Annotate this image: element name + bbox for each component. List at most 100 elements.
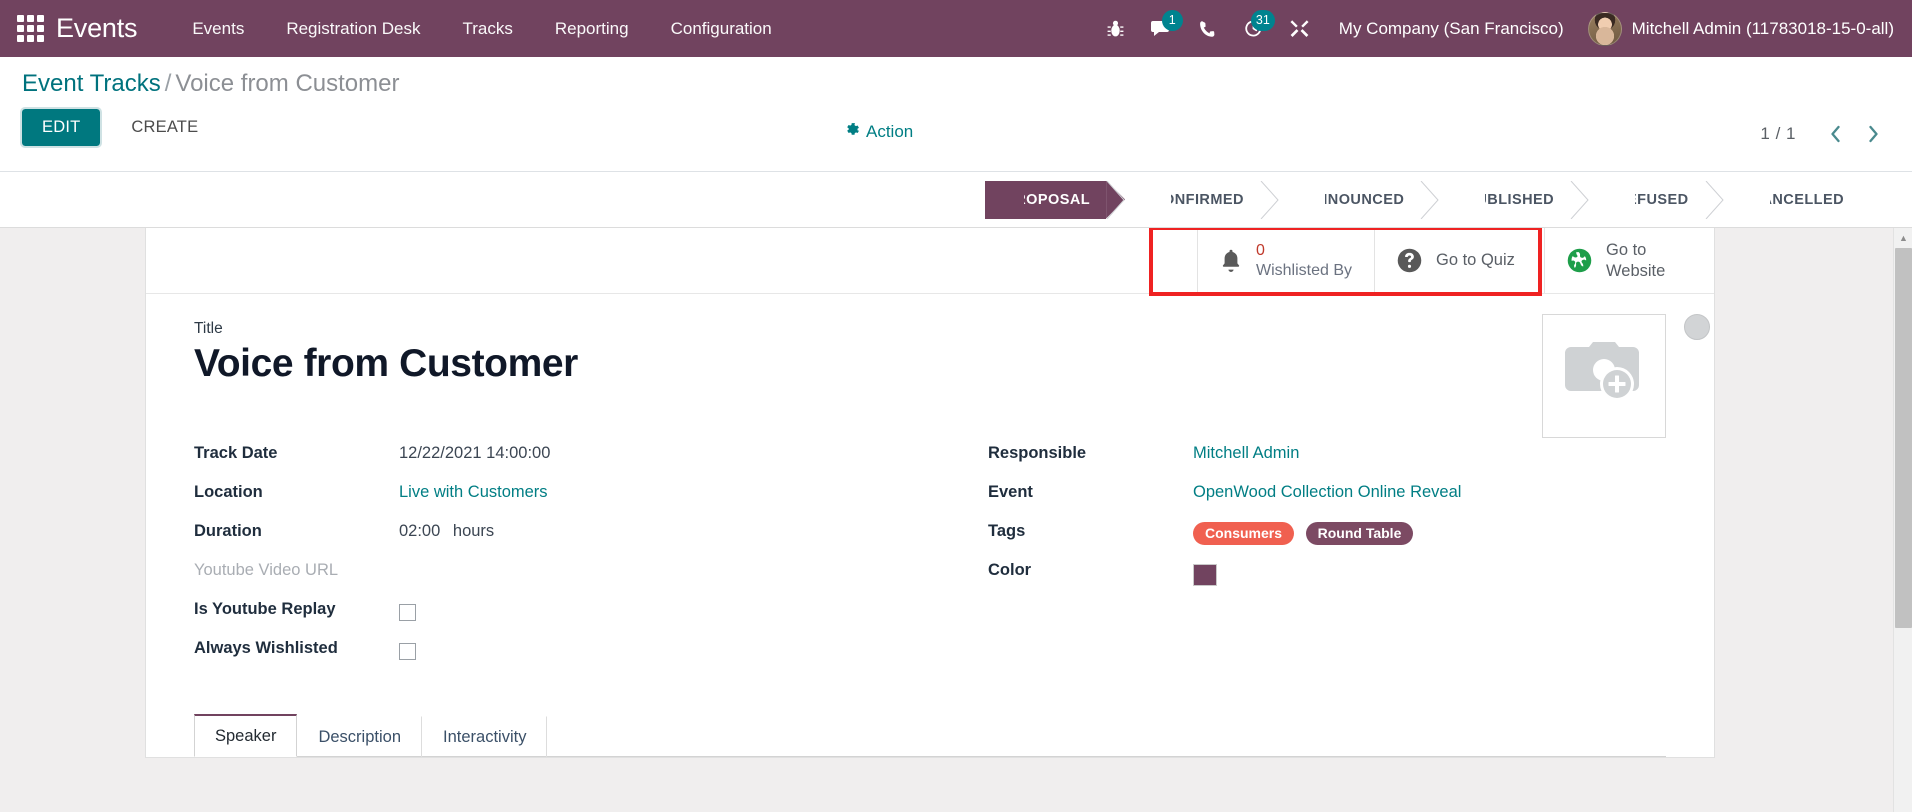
stat-value-wishlisted: 0 [1255, 241, 1265, 259]
stage-separator [1106, 180, 1126, 219]
stage-separator [1705, 180, 1725, 219]
stat-label-website-line1: Go to [1606, 240, 1647, 259]
bug-icon[interactable] [1093, 0, 1139, 57]
breadcrumb-event-tracks[interactable]: Event Tracks [22, 70, 161, 97]
pager-count: 1 / 1 [1760, 124, 1796, 143]
value-location[interactable]: Live with Customers [399, 481, 548, 502]
label-duration: Duration [194, 521, 262, 540]
menu-registration-desk[interactable]: Registration Desk [265, 0, 441, 57]
stat-text-wishlisted: 0 Wishlisted By [1256, 241, 1352, 281]
apps-grid-icon[interactable] [10, 9, 50, 49]
value-track-date[interactable]: 12/22/2021 14:00:00 [399, 442, 550, 463]
stat-button-go-to-quiz[interactable]: Go to Quiz [1374, 228, 1544, 293]
avatar-circle-icon[interactable] [1684, 314, 1710, 340]
value-responsible[interactable]: Mitchell Admin [1193, 442, 1299, 463]
checkbox-always-wishlisted[interactable] [399, 642, 416, 660]
field-responsible: Responsible Mitchell Admin [988, 442, 1666, 481]
tag-consumers[interactable]: Consumers [1193, 521, 1295, 545]
menu-tracks[interactable]: Tracks [442, 0, 534, 57]
stage-proposal[interactable]: PROPOSAL [985, 180, 1107, 219]
scroll-up-arrow-icon[interactable]: ▲ [1894, 228, 1912, 247]
field-is-youtube-replay: Is Youtube Replay [194, 598, 930, 637]
value-duration[interactable]: 02:00 hours [399, 520, 494, 541]
value-always-wishlisted [399, 637, 416, 665]
stat-button-box: 0 Wishlisted By Go to Quiz Go to Website [146, 228, 1714, 296]
record-pager: 1 / 1 [1760, 119, 1890, 149]
tools-icon[interactable] [1277, 0, 1323, 57]
activity-badge: 31 [1250, 10, 1275, 31]
stage-separator [1260, 180, 1280, 219]
messages-badge: 1 [1161, 10, 1183, 31]
chevron-right-icon[interactable] [1856, 119, 1890, 149]
statusbar-row: PROPOSAL CONFIRMED ANNOUNCED PUBLISHED R… [0, 172, 1912, 228]
menu-configuration[interactable]: Configuration [650, 0, 793, 57]
chevron-left-icon[interactable] [1818, 119, 1852, 149]
stage-refused[interactable]: REFUSED [1590, 180, 1705, 219]
messages-icon[interactable]: 1 [1139, 0, 1185, 57]
field-duration: Duration 02:00 hours [194, 520, 930, 559]
value-tags: Consumers Round Table [1193, 520, 1420, 545]
user-menu[interactable]: Mitchell Admin (11783018-15-0-all) [1580, 11, 1894, 46]
phone-icon[interactable] [1185, 0, 1231, 57]
stage-separator [1570, 180, 1590, 219]
form-content-area: 0 Wishlisted By Go to Quiz Go to Website… [0, 228, 1912, 812]
menu-events[interactable]: Events [171, 0, 265, 57]
form-column-right: Responsible Mitchell Admin Event OpenWoo… [930, 442, 1666, 676]
app-brand-events[interactable]: Events [56, 15, 138, 42]
label-event: Event [988, 482, 1033, 501]
statusbar: PROPOSAL CONFIRMED ANNOUNCED PUBLISHED R… [985, 180, 1860, 219]
tab-speaker[interactable]: Speaker [194, 713, 298, 757]
create-button[interactable]: CREATE [114, 109, 215, 146]
value-duration-number: 02:00 [399, 521, 441, 540]
stage-confirmed[interactable]: CONFIRMED [1126, 180, 1260, 219]
tag-round-table[interactable]: Round Table [1305, 521, 1414, 545]
stage-separator [1420, 180, 1440, 219]
breadcrumb-current-record: Voice from Customer [175, 70, 400, 97]
stage-published[interactable]: PUBLISHED [1440, 180, 1571, 219]
field-always-wishlisted: Always Wishlisted [194, 637, 930, 676]
label-tags: Tags [988, 521, 1026, 540]
action-menu-button[interactable]: Action [845, 122, 913, 142]
value-is-youtube-replay [399, 598, 416, 626]
label-color: Color [988, 560, 1032, 579]
notebook-tabs: Speaker Description Interactivity [194, 713, 1666, 757]
checkbox-is-youtube-replay[interactable] [399, 603, 416, 621]
edit-button[interactable]: EDIT [19, 107, 103, 149]
control-panel-buttons: EDIT CREATE [19, 107, 1890, 149]
field-location: Location Live with Customers [194, 481, 930, 520]
tab-interactivity[interactable]: Interactivity [422, 715, 548, 757]
color-swatch[interactable] [1193, 563, 1217, 586]
stage-cancelled[interactable]: CANCELLED [1724, 180, 1860, 219]
label-location: Location [194, 482, 263, 501]
top-navbar: Events Events Registration Desk Tracks R… [0, 0, 1912, 57]
user-name-label: Mitchell Admin (11783018-15-0-all) [1631, 18, 1894, 38]
right-gutter [1860, 228, 1893, 812]
field-event: Event OpenWood Collection Online Reveal [988, 481, 1666, 520]
stage-announced[interactable]: ANNOUNCED [1279, 180, 1421, 219]
title-field-label: Title [194, 320, 223, 337]
field-track-date: Track Date 12/22/2021 14:00:00 [194, 442, 930, 481]
tab-description[interactable]: Description [297, 715, 423, 757]
vertical-scrollbar[interactable]: ▲ [1893, 228, 1912, 812]
stat-label-wishlisted: Wishlisted By [1255, 261, 1352, 279]
scrollbar-thumb[interactable] [1895, 248, 1912, 628]
label-youtube-video-url: Youtube Video URL [194, 560, 339, 579]
gear-icon [845, 122, 860, 142]
label-always-wishlisted: Always Wishlisted [194, 638, 338, 657]
stat-button-go-to-website[interactable]: Go to Website [1544, 228, 1714, 293]
title-field-value[interactable]: Voice from Customer [194, 342, 1666, 387]
action-label: Action [866, 122, 914, 141]
menu-reporting[interactable]: Reporting [534, 0, 650, 57]
field-youtube-video-url: Youtube Video URL [194, 559, 930, 598]
question-circle-icon [1397, 248, 1422, 273]
breadcrumb: Event Tracks / Voice from Customer [22, 70, 1890, 97]
company-selector[interactable]: My Company (San Francisco) [1323, 19, 1580, 39]
value-color [1193, 559, 1217, 591]
camera-add-icon [1565, 341, 1643, 412]
stat-button-wishlisted-by[interactable]: 0 Wishlisted By [1196, 228, 1374, 293]
image-upload-placeholder[interactable] [1542, 314, 1666, 438]
value-event[interactable]: OpenWood Collection Online Reveal [1193, 481, 1461, 502]
field-tags: Tags Consumers Round Table [988, 520, 1666, 559]
value-duration-unit: hours [452, 521, 495, 540]
activity-clock-icon[interactable]: 31 [1231, 0, 1277, 57]
